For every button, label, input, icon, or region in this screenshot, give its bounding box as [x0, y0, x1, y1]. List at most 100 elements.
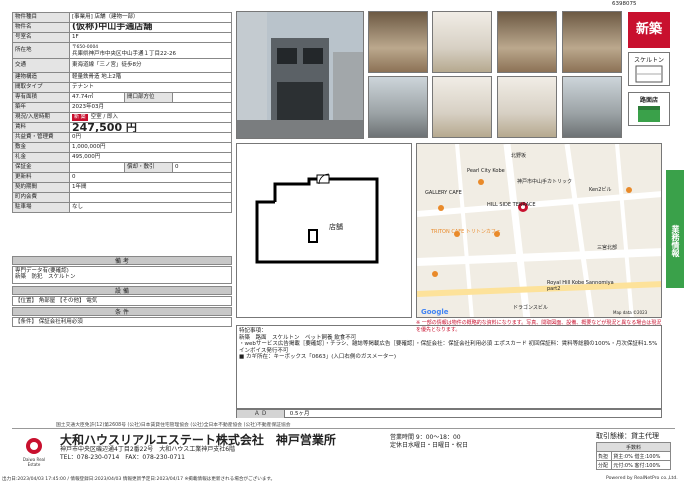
shop-icon [638, 106, 660, 122]
map-label-catholic: 神戸市中山手カトリック [517, 179, 573, 185]
map-label-kitanozaka: 北野坂 [511, 153, 527, 159]
map-label-royal-hill: Royal Hill Kobe Sannomiya part2 [547, 280, 614, 292]
entrance-photo[interactable] [368, 76, 428, 138]
transaction-type: 取引態様：貸主代理 [596, 432, 659, 440]
info-row: 駐車場 なし [12, 202, 232, 213]
business-hours: 営業時間 9：00～18：00 [390, 434, 461, 441]
company-address: 神戸市中央区磯辺通4丁目2番22号 大和ハウス工業神戸支社6階 [60, 446, 236, 453]
info-row: 専有面積 47.74㎡ 間口部方位 [12, 92, 232, 103]
info-row-value: 〒650-0004 兵庫県神戸市中央区中山手通１丁目22-26 [69, 42, 232, 59]
interior-photo-4[interactable] [562, 11, 622, 73]
info-row: 更新料 0 [12, 172, 232, 183]
map-copyright: Map data ©2023 [613, 310, 648, 315]
new-build-badge: 新築 [628, 12, 670, 48]
info-row-value: 1F [69, 32, 232, 43]
info-row-value: なし [69, 202, 232, 213]
info-sub-value: 0 [172, 162, 232, 173]
fee-row-label: 負担 [595, 451, 613, 461]
info-row: 交通 東海道線「三ノ宮」徒歩8分 [12, 58, 232, 73]
info-row-value: 47.74㎡ [69, 92, 125, 103]
info-row-value: [事業用] 店舗（建物一部） [69, 12, 232, 23]
street-photo[interactable] [562, 76, 622, 138]
info-row-label: 礼金 [12, 152, 70, 163]
info-row-label: 賃料 [12, 122, 70, 133]
info-sub-value [172, 92, 232, 103]
info-row-label: 物件名 [12, 22, 70, 33]
info-row-label: 現況/入居時期 [12, 112, 70, 123]
info-row: 建物構造 軽量鉄骨造 地上2階 [12, 72, 232, 83]
equipment-section-title: 設 備 [12, 286, 232, 295]
company-address-block: 神戸市中央区磯辺通4丁目2番22号 大和ハウス工業神戸支社6階 TEL：078-… [60, 446, 235, 462]
info-row-label: 共益費・管理費 [12, 132, 70, 143]
info-row: 共益費・管理費 0円 [12, 132, 232, 143]
info-row-label: 更新料 [12, 172, 70, 183]
interior-photo-3[interactable] [497, 11, 557, 73]
location-map[interactable]: Pearl City Kobe GALLERY CAFE HILL SIDE T… [416, 143, 662, 318]
info-row: 号室名 1F [12, 32, 232, 43]
skeleton-badge: スケルトン [628, 52, 670, 86]
info-row: 所在地 〒650-0004 兵庫県神戸市中央区中山手通１丁目22-26 [12, 42, 232, 59]
fee-row-value: 貸主:0% 借主:100% [611, 451, 671, 461]
info-row: 町内会費 [12, 192, 232, 203]
info-row-value [69, 162, 125, 173]
conditions-section-text: 【条件】 保証会社利用必須 [12, 317, 232, 327]
info-row-value: 軽量鉄骨造 地上2階 [69, 72, 232, 83]
output-info: 出力日:2023/04/03 17:45:00 / 情報登録日:2023/04/… [2, 477, 276, 482]
map-label-pearl-city: Pearl City Kobe [467, 168, 505, 174]
info-row-label: 築年 [12, 102, 70, 113]
info-row-label: 所在地 [12, 42, 70, 59]
info-row-value: 新 築空室 / 即入 [69, 112, 232, 123]
powered-by: Powered by RealNetPro co.,Ltd. [606, 476, 678, 481]
ad-value: 0.5ヶ月 [289, 411, 310, 417]
interior-photo-1[interactable] [368, 11, 428, 73]
info-row-label: 間取タイプ [12, 82, 70, 93]
info-row-label: 敷金 [12, 142, 70, 153]
info-row-value [69, 192, 232, 203]
info-row-value: 2023年03月 [69, 102, 232, 113]
info-row: 契約期間 1年間 [12, 182, 232, 193]
info-sub-label: 償却・敷引 [124, 162, 173, 173]
interior-photo-5[interactable] [432, 76, 492, 138]
info-row: 敷金 1,000,000円 [12, 142, 232, 153]
info-row-label: 交通 [12, 58, 70, 73]
interior-photo-2[interactable] [432, 11, 492, 73]
info-row: 築年 2023年03月 [12, 102, 232, 113]
map-label-triton-cafe: TRITON CAFE トリトンカフェ [431, 229, 501, 235]
info-row: 礼金 495,000円 [12, 152, 232, 163]
floor-plan-shop-label: 店舗 [329, 223, 343, 231]
remarks-section-text: 専門データ有(要確認) 新築 防犯 スケルトン [12, 266, 232, 284]
info-row: 現況/入居時期新 築空室 / 即入 [12, 112, 232, 123]
info-row-value: (仮称)中山手通店舗 [69, 22, 232, 33]
map-label-dragons: ドラゴンスビル [513, 305, 548, 311]
status-tag: 新 築 [72, 114, 88, 121]
info-row-label: 号室名 [12, 32, 70, 43]
business-info-tab[interactable]: 業務情報 [666, 170, 684, 288]
info-row-label: 専有面積 [12, 92, 70, 103]
info-row-value: 1年間 [69, 182, 232, 193]
info-row-label: 建物構造 [12, 72, 70, 83]
building-exterior-photo[interactable] [236, 11, 364, 139]
info-row-value: テナント [69, 82, 232, 93]
info-row-value: 1,000,000円 [69, 142, 232, 153]
info-sub-label: 間口部方位 [124, 92, 173, 103]
business-hours-block: 営業時間 9：00～18：00 定休日水曜日・日曜日・祝日 [390, 434, 468, 450]
floor-plan: 店舗 [236, 143, 412, 318]
fee-title: 手数料 [596, 442, 671, 452]
skeleton-badge-label: スケルトン [633, 57, 664, 64]
property-info-table: 物件種目 [事業用] 店舗（建物一部） 物件名 (仮称)中山手通店舗 号室名 1F 所在地〒… [12, 12, 232, 213]
interior-photo-6[interactable] [497, 76, 557, 138]
info-row-label: 契約期間 [12, 182, 70, 193]
fee-row-value: 元付:0% 客付:100% [611, 460, 671, 470]
info-row-label: 保証金 [12, 162, 70, 173]
map-label-hillside: HILL SIDE TERRACE [487, 202, 536, 208]
company-phone: TEL：078-230-0714 FAX：078-230-0711 [60, 454, 185, 461]
map-label-ken2: Ken2ビル [589, 187, 612, 193]
status-value: 空室 / 即入 [90, 114, 118, 120]
skeleton-icon [635, 65, 663, 83]
conditions-section-title: 条 件 [12, 307, 232, 316]
info-row-value: 495,000円 [69, 152, 232, 163]
license-info: 国土交通大臣免許(12)第2608号 (公社)日本賃貸住宅管理協会 (公社)全日… [56, 423, 291, 428]
holidays: 定休日水曜日・日曜日・祝日 [390, 442, 469, 449]
roadside-badge-label: 路面店 [639, 97, 658, 104]
info-row: 保証金 償却・敷引 0 [12, 162, 232, 173]
